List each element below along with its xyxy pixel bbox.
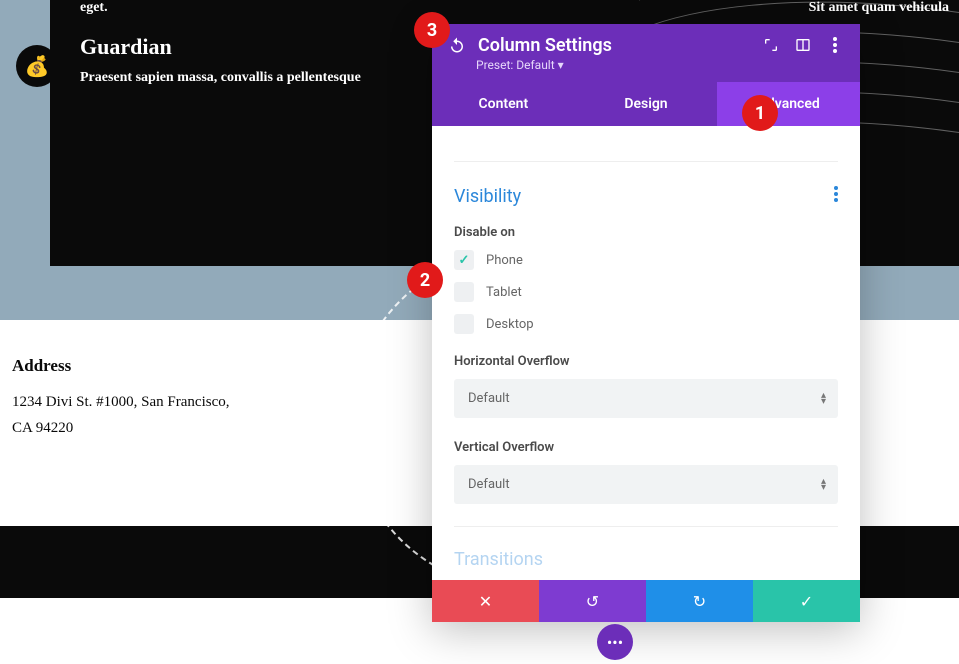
check-icon: ✓ — [800, 592, 813, 611]
redo-icon: ↻ — [693, 592, 706, 611]
tab-design[interactable]: Design — [575, 82, 718, 126]
tab-content[interactable]: Content — [432, 82, 575, 126]
footer-line-2: CA 94220 — [12, 416, 230, 442]
transitions-heading[interactable]: Transitions — [454, 549, 543, 570]
expand-icon — [763, 37, 779, 53]
panel-close-button[interactable]: ✕ — [432, 580, 539, 622]
panel-header: Column Settings Preset: Default ▾ Conten… — [432, 24, 860, 126]
checkbox-tablet[interactable] — [454, 282, 474, 302]
visibility-section-head: Visibility — [454, 186, 838, 207]
panel-expand-button[interactable] — [760, 34, 782, 56]
panel-action-bar: ✕ ↺ ↻ ✓ — [432, 580, 860, 622]
panel-body: Visibility Disable on ✓ Phone Tablet Des… — [432, 126, 860, 580]
checkbox-phone[interactable]: ✓ — [454, 250, 474, 270]
panel-save-button[interactable]: ✓ — [753, 580, 860, 622]
panel-layout-button[interactable] — [792, 34, 814, 56]
collapsed-section-placeholder — [454, 126, 838, 162]
select-caret-icon: ▴▾ — [821, 479, 826, 491]
checkbox-desktop-label: Desktop — [486, 317, 534, 332]
panel-back-button[interactable] — [446, 34, 468, 56]
right-snippet-text: Sit amet quam vehicula — [809, 0, 949, 16]
step-badge-1: 1 — [742, 95, 778, 131]
step-badge-3: 3 — [414, 12, 450, 48]
step-badge-2: 2 — [407, 262, 443, 298]
v-overflow-select[interactable]: Default — [454, 465, 838, 504]
money-bag-glyph: 💰 — [25, 54, 50, 78]
footer-heading: Address — [12, 356, 230, 376]
panel-menu-button[interactable] — [824, 34, 846, 56]
money-bag-icon: 💰 — [16, 45, 58, 87]
disable-on-tablet: Tablet — [454, 282, 838, 302]
guardian-card-title: Guardian — [80, 34, 420, 60]
panel-undo-button[interactable]: ↺ — [539, 580, 646, 622]
footer-address: Address 1234 Divi St. #1000, San Francis… — [12, 356, 230, 441]
checkbox-tablet-label: Tablet — [486, 285, 522, 300]
panel-redo-button[interactable]: ↻ — [646, 580, 753, 622]
columns-icon — [795, 37, 811, 53]
kebab-icon — [834, 186, 838, 202]
column-settings-panel: Column Settings Preset: Default ▾ Conten… — [432, 24, 860, 622]
kebab-icon — [833, 37, 837, 53]
visibility-section-menu[interactable] — [834, 186, 838, 207]
h-overflow-select[interactable]: Default — [454, 379, 838, 418]
v-overflow-label: Vertical Overflow — [454, 440, 838, 455]
visibility-heading[interactable]: Visibility — [454, 186, 521, 207]
h-overflow-label: Horizontal Overflow — [454, 354, 838, 369]
v-overflow-select-wrap: Default ▴▾ — [454, 465, 838, 504]
panel-preset-select[interactable]: Preset: Default ▾ — [432, 58, 860, 82]
tab-advanced[interactable]: Advanced — [717, 82, 860, 126]
checkbox-phone-label: Phone — [486, 253, 523, 268]
undo-icon: ↺ — [586, 592, 599, 611]
disable-on-phone: ✓ Phone — [454, 250, 838, 270]
guardian-card: eget. Guardian Praesent sapien massa, co… — [80, 0, 420, 86]
transitions-section-head: Transitions — [454, 526, 838, 570]
select-caret-icon: ▴▾ — [821, 393, 826, 405]
ellipsis-icon: ••• — [607, 633, 623, 652]
checkbox-desktop[interactable] — [454, 314, 474, 334]
h-overflow-select-wrap: Default ▴▾ — [454, 379, 838, 418]
disable-on-list: ✓ Phone Tablet Desktop — [454, 250, 838, 334]
footer-line-1: 1234 Divi St. #1000, San Francisco, — [12, 390, 230, 416]
disable-on-desktop: Desktop — [454, 314, 838, 334]
undo-arrow-icon — [448, 36, 466, 54]
guardian-card-pretext: eget. — [80, 0, 420, 16]
close-icon: ✕ — [479, 592, 492, 611]
disable-on-label: Disable on — [454, 225, 838, 240]
panel-tabs: Content Design Advanced — [432, 82, 860, 126]
panel-more-fab[interactable]: ••• — [597, 624, 633, 660]
guardian-card-body: Praesent sapien massa, convallis a pelle… — [80, 70, 420, 86]
panel-title: Column Settings — [478, 35, 750, 56]
